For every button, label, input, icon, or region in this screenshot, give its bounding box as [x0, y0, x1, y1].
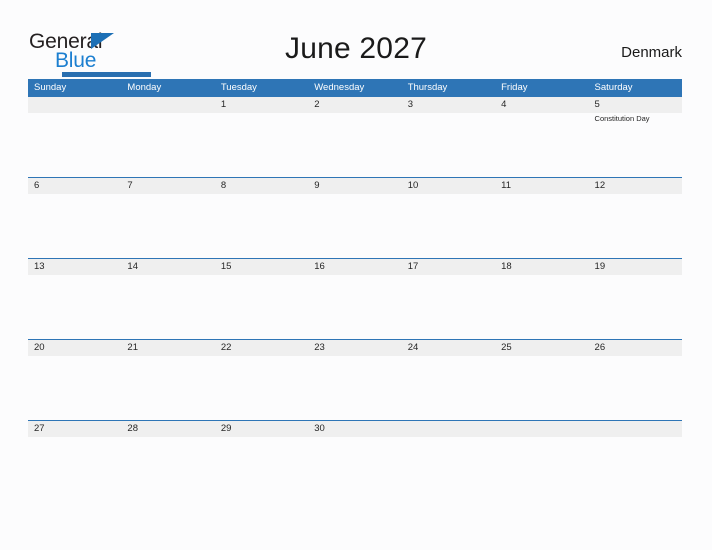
day-number: 7	[127, 180, 133, 191]
day-cell[interactable]: 13	[28, 258, 121, 339]
day-cell[interactable]: 9	[308, 177, 401, 258]
calendar-week-row: 6 7 8 9 10 11 12	[28, 177, 682, 258]
dow-friday: Friday	[501, 82, 528, 93]
day-cell[interactable]: 5 Constitution Day	[589, 96, 682, 177]
day-number: 8	[220, 180, 227, 191]
day-cell[interactable]: 12	[589, 177, 682, 258]
day-cell[interactable]: 11	[495, 177, 588, 258]
day-number: 26	[594, 342, 606, 353]
day-cell[interactable]: 22	[215, 339, 308, 420]
day-of-week-header-row: Sunday Monday Tuesday Wednesday Thursday…	[28, 79, 682, 96]
day-number: 23	[314, 342, 325, 353]
day-cell[interactable]: 30	[308, 420, 401, 501]
day-cell[interactable]: 15	[215, 258, 308, 339]
day-cell[interactable]: 25	[495, 339, 588, 420]
day-number: 22	[220, 342, 232, 353]
day-cell[interactable]: 14	[121, 258, 214, 339]
day-number: 9	[314, 180, 320, 191]
day-number: 4	[501, 99, 507, 110]
day-cell[interactable]: 19	[589, 258, 682, 339]
day-number: 3	[407, 99, 413, 110]
day-cell[interactable]: 20	[28, 339, 121, 420]
dow-monday: Monday	[127, 82, 162, 93]
day-number: 19	[594, 261, 606, 272]
day-number: 21	[127, 342, 138, 353]
day-number: 17	[407, 261, 419, 272]
holiday-label: Constitution Day	[594, 114, 650, 123]
dow-wednesday: Wednesday	[314, 82, 365, 93]
day-number: 20	[34, 342, 45, 353]
day-number: 24	[407, 342, 419, 353]
day-number: 5	[594, 99, 600, 110]
day-number: 14	[127, 261, 138, 272]
day-cell[interactable]: 4	[495, 96, 588, 177]
dow-thursday: Thursday	[407, 82, 448, 93]
country-label: Denmark	[621, 44, 682, 61]
day-number: 16	[314, 261, 325, 272]
calendar-week-row: 27 28 29 30	[28, 420, 682, 501]
day-number: 6	[34, 180, 40, 191]
day-number: 11	[501, 180, 511, 191]
day-cell[interactable]: 16	[308, 258, 401, 339]
day-number: 1	[220, 99, 227, 110]
day-cell[interactable]: 29	[215, 420, 308, 501]
dow-sunday: Sunday	[34, 82, 67, 93]
day-number: 25	[501, 342, 512, 353]
day-number: 2	[314, 99, 320, 110]
logo-underline	[62, 72, 151, 77]
day-number: 27	[34, 423, 45, 434]
page-title: June 2027	[285, 32, 427, 65]
day-cell[interactable]	[28, 96, 121, 177]
day-cell[interactable]: 21	[121, 339, 214, 420]
day-cell[interactable]: 3	[402, 96, 495, 177]
day-cell[interactable]: 18	[495, 258, 588, 339]
page-header: General Blue June 2027 Denmark	[0, 0, 712, 78]
day-cell[interactable]: 28	[121, 420, 214, 501]
day-number: 28	[127, 423, 138, 434]
day-cell[interactable]: 8	[215, 177, 308, 258]
day-cell[interactable]: 26	[589, 339, 682, 420]
day-number: 13	[34, 261, 45, 272]
day-number: 15	[220, 261, 232, 272]
calendar-week-row: 1 2 3 4 5 Constitution Day	[28, 96, 682, 177]
day-cell[interactable]	[402, 420, 495, 501]
day-cell[interactable]	[121, 96, 214, 177]
day-cell[interactable]: 24	[402, 339, 495, 420]
dow-saturday: Saturday	[594, 82, 633, 93]
day-cell[interactable]: 23	[308, 339, 401, 420]
day-cell[interactable]: 10	[402, 177, 495, 258]
day-cell[interactable]: 6	[28, 177, 121, 258]
dow-tuesday: Tuesday	[220, 82, 257, 93]
day-number: 12	[594, 180, 606, 191]
day-number: 18	[501, 261, 512, 272]
calendar-week-row: 13 14 15 16 17 18 19	[28, 258, 682, 339]
day-cell[interactable]: 27	[28, 420, 121, 501]
day-cell[interactable]: 17	[402, 258, 495, 339]
day-number: 30	[314, 423, 325, 434]
calendar-week-row: 20 21 22 23 24 25 26	[28, 339, 682, 420]
day-cell[interactable]	[495, 420, 588, 501]
calendar-grid: Sunday Monday Tuesday Wednesday Thursday…	[28, 79, 682, 501]
day-number: 10	[407, 180, 419, 191]
day-cell[interactable]: 7	[121, 177, 214, 258]
day-cell[interactable]	[589, 420, 682, 501]
day-number: 29	[220, 423, 232, 434]
day-cell[interactable]: 2	[308, 96, 401, 177]
day-cell[interactable]: 1	[215, 96, 308, 177]
